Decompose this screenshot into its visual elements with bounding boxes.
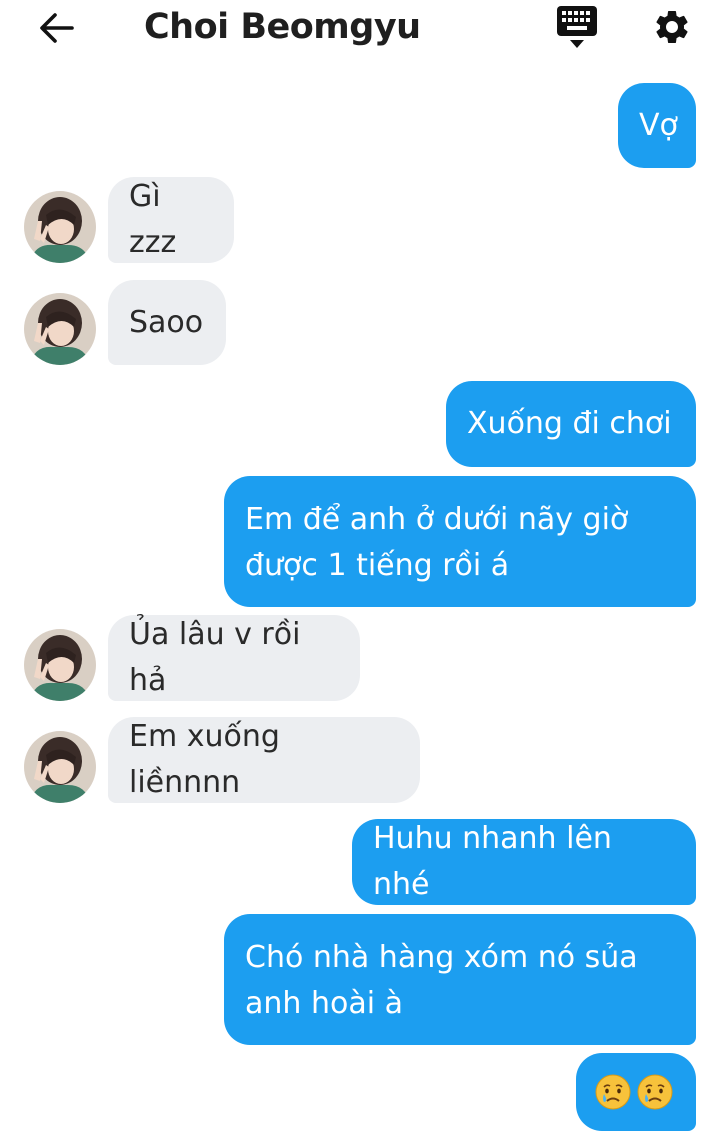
outgoing-message[interactable]: Xuống đi chơi [446,381,696,467]
avatar[interactable] [24,293,96,365]
avatar-image [24,629,96,701]
settings-button[interactable] [650,5,694,49]
chat-header: Choi Beomgyu [0,0,720,60]
avatar-image [24,293,96,365]
avatar-image [24,731,96,803]
emoji-group [594,1073,674,1111]
crying-face-icon [637,1074,673,1110]
keyboard-icon [557,6,597,48]
arrow-left-icon [40,13,74,43]
back-button[interactable] [36,8,76,48]
page-title: Choi Beomgyu [144,7,421,47]
crying-face-icon [595,1074,631,1110]
incoming-message[interactable]: Gì zzz [108,177,234,263]
avatar[interactable] [24,731,96,803]
avatar-image [24,191,96,263]
avatar[interactable] [24,629,96,701]
outgoing-message[interactable]: Huhu nhanh lên nhé [352,819,696,905]
outgoing-message[interactable]: Vợ [618,83,696,168]
outgoing-message[interactable]: Em để anh ở dưới nãy giờ được 1 tiếng rồ… [224,476,696,607]
chat-screen: Choi Beomgyu Vợ Gì zzz Saoo Xuống đi chơ… [0,0,720,1131]
incoming-message[interactable]: Saoo [108,280,226,365]
incoming-message[interactable]: Em xuống liềnnnn [108,717,420,803]
outgoing-message[interactable]: Chó nhà hàng xóm nó sủa anh hoài à [224,914,696,1045]
outgoing-emoji-message[interactable] [576,1053,696,1131]
avatar[interactable] [24,191,96,263]
keyboard-button[interactable] [554,4,600,50]
incoming-message[interactable]: Ủa lâu v rồi hả [108,615,360,701]
gear-icon [656,10,688,43]
